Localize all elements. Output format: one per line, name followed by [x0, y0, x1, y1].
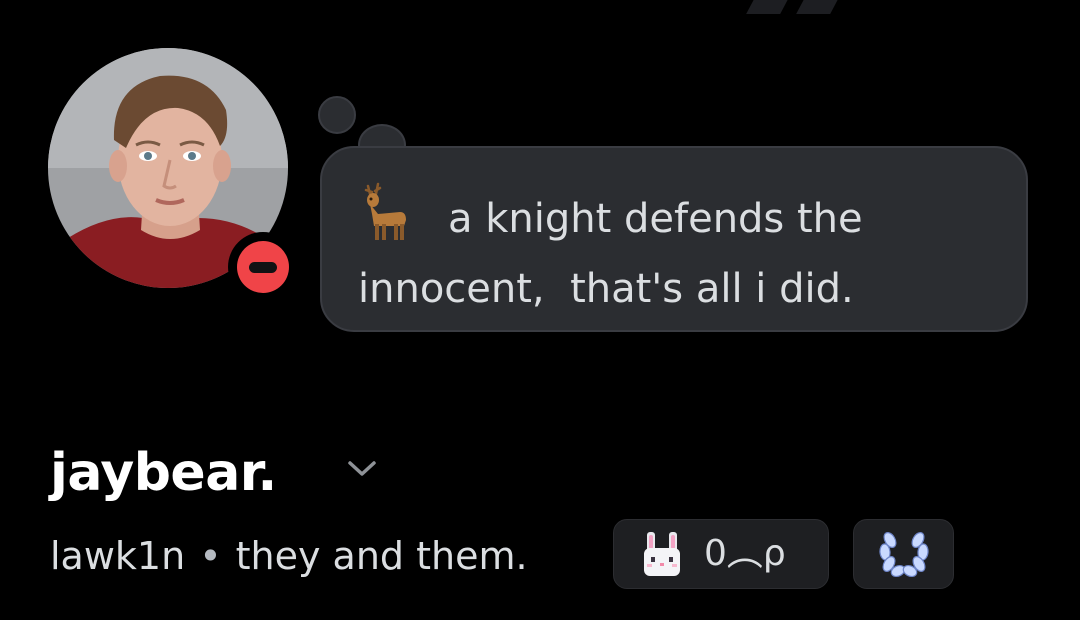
profile-panel: a knight defends the innocent, that's al…	[0, 0, 1080, 620]
profile-badge[interactable]	[853, 519, 954, 589]
deer-emoji	[358, 182, 412, 242]
banner-decoration	[746, 0, 792, 14]
thought-bubble-dot	[318, 96, 356, 134]
do-not-disturb-icon	[237, 241, 289, 293]
bunny-emoji	[644, 532, 680, 576]
laurel-wreath-icon	[879, 532, 929, 578]
display-name: jaybear.	[50, 443, 277, 503]
pronouns: they and them.	[235, 534, 528, 578]
username-line: lawk1n • they and them.	[50, 526, 528, 586]
clan-tag-badge[interactable]: 0︵ρ	[613, 519, 829, 589]
separator: •	[199, 534, 222, 578]
custom-status-text: a knight defends the innocent, that's al…	[358, 196, 876, 312]
status-indicator	[228, 232, 298, 302]
chevron-down-icon[interactable]	[344, 455, 380, 481]
custom-status-bubble[interactable]: a knight defends the innocent, that's al…	[320, 146, 1028, 332]
clan-tag-text: 0︵ρ	[704, 533, 786, 574]
banner-decoration	[796, 0, 842, 14]
custom-status: a knight defends the innocent, that's al…	[358, 182, 998, 324]
username[interactable]: lawk1n	[50, 534, 185, 578]
